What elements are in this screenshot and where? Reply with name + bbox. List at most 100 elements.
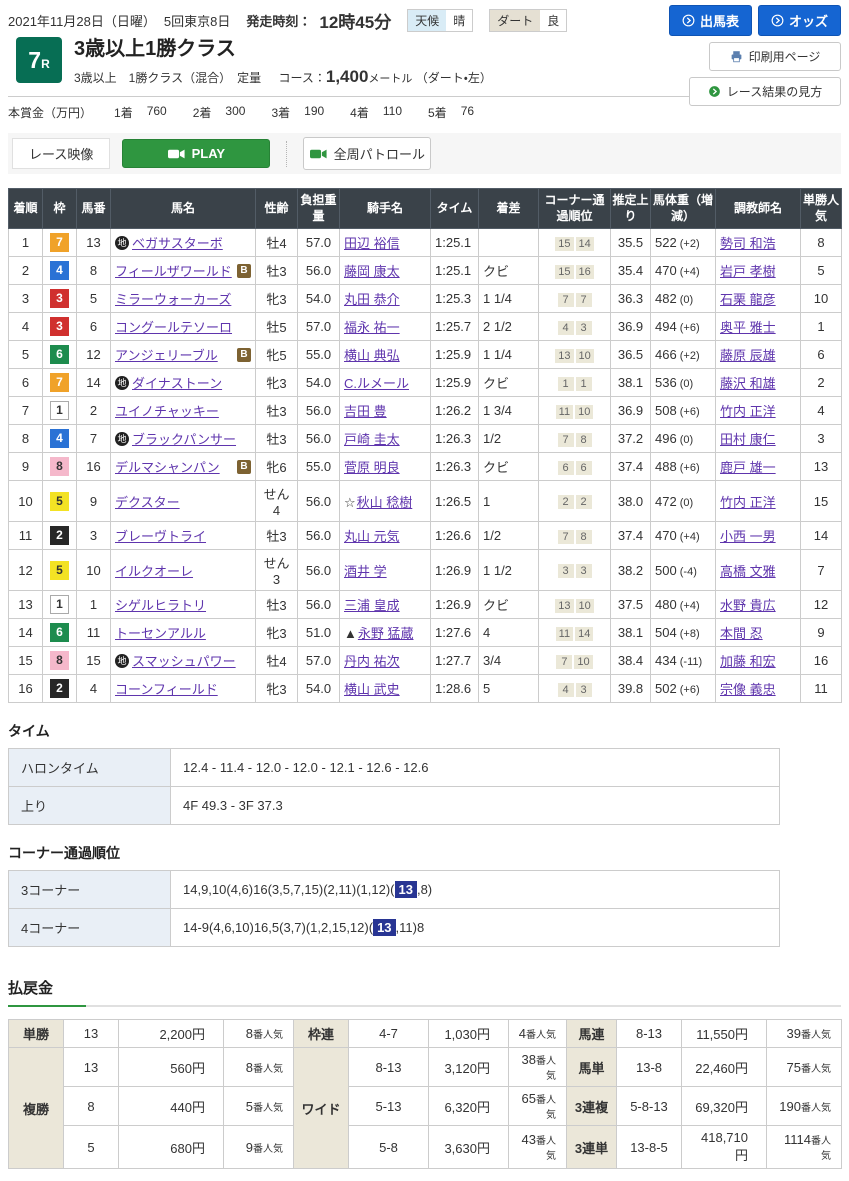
blinkers-badge: B (237, 348, 251, 362)
horse-link[interactable]: フィールザワールド (115, 261, 232, 280)
horse-link[interactable]: ユイノチャッキー (115, 401, 219, 420)
finish-position: 14 (9, 619, 43, 647)
jockey-link[interactable]: 吉田 豊 (344, 404, 387, 419)
trainer-link[interactable]: 岩戸 孝樹 (720, 264, 776, 279)
trainer-link[interactable]: 石栗 龍彦 (720, 292, 776, 307)
horse-link[interactable]: ブラックパンサー (132, 429, 236, 448)
trainer-link[interactable]: 藤原 辰雄 (720, 348, 776, 363)
payout-amount: 69,320円 (682, 1087, 767, 1126)
horse-link[interactable]: デルマシャンパン (115, 457, 220, 476)
horse-name-cell: デクスター (111, 481, 256, 522)
horse-link[interactable]: ブレーヴトライ (115, 526, 206, 545)
jockey-link[interactable]: 横山 武史 (344, 682, 400, 697)
win-popularity: 8 (801, 229, 842, 257)
estimated-last-3f: 36.9 (611, 397, 651, 425)
horse-link[interactable]: コーンフィールド (115, 679, 218, 698)
jockey-link[interactable]: 秋山 稔樹 (357, 495, 413, 510)
prize-item: 3着190 (271, 104, 324, 121)
jockey-cell: 酒井 学 (340, 550, 431, 591)
jockey-link[interactable]: 戸崎 圭太 (344, 432, 400, 447)
jockey-link[interactable]: 永野 猛蔵 (358, 626, 414, 641)
corner-row: 3コーナー14,9,10(4,6)16(3,5,7,15)(2,11)(1,12… (9, 871, 780, 909)
trainer-link[interactable]: 宗像 義忠 (720, 682, 776, 697)
trainer-link[interactable]: 奥平 雅士 (720, 320, 776, 335)
trainer-link[interactable]: 高橋 文雅 (720, 564, 776, 579)
horse-weight-cell: 470 (+4) (651, 522, 716, 550)
horse-link[interactable]: コングールテソーロ (115, 317, 232, 336)
horse-link[interactable]: トーセンアルル (115, 623, 206, 642)
print-page-button[interactable]: 印刷用ページ (709, 42, 841, 71)
course-label: コース： (278, 71, 325, 85)
trainer-link[interactable]: 藤沢 和雄 (720, 376, 776, 391)
finish-position: 6 (9, 369, 43, 397)
horse-name-cell: ブレーヴトライ (111, 522, 256, 550)
load-weight: 56.0 (298, 591, 340, 619)
time-row: ハロンタイム12.4 - 11.4 - 12.0 - 12.0 - 12.1 -… (9, 749, 780, 787)
horse-link[interactable]: アンジェリーブル (115, 345, 218, 364)
jockey-link[interactable]: 丸山 元気 (344, 529, 400, 544)
time-row-label: 上り (9, 787, 171, 825)
trainer-link[interactable]: 本間 忍 (720, 626, 763, 641)
trainer-link[interactable]: 勢司 和浩 (720, 236, 776, 251)
trainer-link[interactable]: 鹿戸 雄一 (720, 460, 776, 475)
corner-position-box: 7 (558, 433, 574, 447)
payout-amount: 3,630円 (429, 1126, 509, 1169)
local-horse-mark: 地 (115, 432, 129, 446)
horse-weight: 522 (655, 235, 677, 250)
trainer-link[interactable]: 竹内 正洋 (720, 404, 776, 419)
trainer-link[interactable]: 竹内 正洋 (720, 495, 776, 510)
jockey-link[interactable]: 藤岡 康太 (344, 264, 400, 279)
popularity-number: 8 (246, 1026, 253, 1041)
track-condition-badge: ダート 良 (489, 9, 567, 32)
odds-button[interactable]: オッズ (758, 5, 841, 36)
jockey-link[interactable]: C.ルメール (344, 376, 409, 391)
corner-row-value: 14-9(4,6,10)16,5(3,7)(1,2,15,12)(13,11)8 (171, 909, 780, 947)
jockey-link[interactable]: 丹内 祐次 (344, 654, 400, 669)
win-popularity: 9 (801, 619, 842, 647)
jockey-cell: 丸田 恭介 (340, 285, 431, 313)
payout-row: 5680円9番人気5-83,630円43番人気3連単13-8-5418,710円… (9, 1126, 842, 1169)
load-weight: 56.0 (298, 397, 340, 425)
jockey-link[interactable]: 福永 祐一 (344, 320, 400, 335)
patrol-video-button[interactable]: 全周パトロール (303, 137, 431, 170)
jockey-link[interactable]: 酒井 学 (344, 564, 387, 579)
horse-link[interactable]: デクスター (115, 492, 180, 511)
play-button[interactable]: PLAY (122, 139, 270, 168)
win-popularity: 6 (801, 341, 842, 369)
horse-link[interactable]: スマッシュパワー (132, 651, 236, 670)
odds-button-label: オッズ (789, 11, 828, 30)
jockey-link[interactable]: 菅原 明良 (344, 460, 400, 475)
entries-button[interactable]: 出馬表 (669, 5, 752, 36)
trainer-link[interactable]: 田村 康仁 (720, 432, 776, 447)
jockey-link[interactable]: 横山 典弘 (344, 348, 400, 363)
horse-link[interactable]: ベガサスターボ (132, 233, 223, 252)
frame-number-badge: 6 (50, 345, 69, 364)
results-guide-button[interactable]: レース結果の見方 (689, 77, 841, 106)
jockey-link[interactable]: 三浦 皇成 (344, 598, 400, 613)
results-column-header: 騎手名 (340, 189, 431, 229)
horse-name-wrap: フィールザワールドB (115, 261, 251, 280)
frame-cell: 3 (43, 313, 77, 341)
jockey-link[interactable]: 丸田 恭介 (344, 292, 400, 307)
finish-time: 1:25.7 (431, 313, 479, 341)
trainer-link[interactable]: 水野 貴広 (720, 598, 776, 613)
corner-position-box: 4 (558, 683, 574, 697)
jockey-link[interactable]: 田辺 裕信 (344, 236, 400, 251)
horse-number: 16 (77, 453, 111, 481)
horse-number: 2 (77, 397, 111, 425)
sex-age: 牝3 (256, 369, 298, 397)
horse-name-cell: イルクオーレ (111, 550, 256, 591)
horse-weight-diff: (0) (677, 434, 694, 446)
finish-position: 10 (9, 481, 43, 522)
frame-cell: 4 (43, 425, 77, 453)
horse-link[interactable]: イルクオーレ (115, 561, 193, 580)
load-weight: 54.0 (298, 285, 340, 313)
horse-link[interactable]: ダイナストーン (132, 373, 222, 392)
horse-link[interactable]: ミラーウォーカーズ (115, 289, 231, 308)
horse-weight: 466 (655, 347, 677, 362)
race-title: 3歳以上1勝クラス (74, 37, 492, 61)
trainer-link[interactable]: 小西 一男 (720, 529, 776, 544)
horse-weight: 502 (655, 681, 677, 696)
horse-link[interactable]: シゲルヒラトリ (115, 595, 206, 614)
trainer-link[interactable]: 加藤 和宏 (720, 654, 776, 669)
